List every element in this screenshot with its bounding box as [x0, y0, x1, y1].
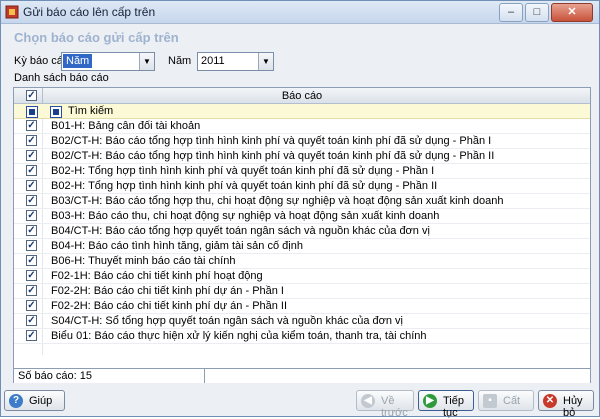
minimize-icon[interactable]: – — [499, 3, 523, 22]
row-checkbox[interactable]: ✓ — [26, 210, 37, 221]
report-name: F02-2H: Báo cáo chi tiết kinh phí dự án … — [51, 300, 288, 312]
report-name: B02/CT-H: Báo cáo tổng hợp tình hình kin… — [51, 150, 495, 162]
row-checkbox[interactable]: ✓ — [26, 195, 37, 206]
help-button[interactable]: ? Giúp — [4, 390, 65, 411]
table-row[interactable]: ✓ B04/CT-H: Báo cáo tổng hợp quyết toán n… — [14, 224, 590, 239]
row-checkbox[interactable]: ✓ — [26, 135, 37, 146]
report-name: B02/CT-H: Báo cáo tổng hợp tình hình kin… — [51, 135, 492, 147]
window-title: Gửi báo cáo lên cấp trên — [23, 5, 156, 19]
report-count: Số báo cáo: 15 — [18, 370, 93, 382]
report-name: B02-H: Tổng hợp tình hình kinh phí và qu… — [51, 165, 435, 177]
search-label[interactable]: Tìm kiếm — [68, 105, 113, 117]
row-checkbox[interactable]: ✓ — [26, 225, 37, 236]
save-button[interactable]: ▪ Cất — [478, 390, 534, 411]
table-row[interactable]: ✓ B02/CT-H: Báo cáo tổng hợp tình hình ki… — [14, 149, 590, 164]
report-name: B06-H: Thuyết minh báo cáo tài chính — [51, 255, 236, 267]
grid-footer: Số báo cáo: 15 — [14, 368, 590, 383]
title-bar[interactable]: Gửi báo cáo lên cấp trên – □ ✕ — [1, 1, 599, 24]
table-row[interactable]: ✓ F02-1H: Báo cáo chi tiết kinh phí hoạt … — [14, 269, 590, 284]
year-select[interactable]: 2011 ▼ — [197, 52, 274, 71]
arrow-left-icon: ◀ — [361, 394, 375, 408]
report-rows: ✓ B01-H: Bảng cân đối tài khoản ✓ B02/CT-H:… — [14, 119, 590, 344]
search-row-checkbox[interactable] — [26, 106, 38, 118]
chevron-down-icon[interactable]: ▼ — [139, 53, 154, 70]
row-checkbox[interactable]: ✓ — [26, 270, 37, 281]
select-all-checkbox[interactable]: ✓ — [26, 90, 37, 101]
year-label: Năm — [168, 55, 192, 67]
report-name: B03-H: Báo cáo thu, chi hoạt động sự ngh… — [51, 210, 440, 222]
row-checkbox[interactable]: ✓ — [26, 330, 37, 341]
period-select[interactable]: Năm ▼ — [61, 52, 155, 71]
row-checkbox[interactable]: ✓ — [26, 120, 37, 131]
report-name: B04-H: Báo cáo tình hình tăng, giảm tài … — [51, 240, 303, 252]
table-row[interactable]: ✓ B06-H: Thuyết minh báo cáo tài chính — [14, 254, 590, 269]
report-name: B02-H: Tổng hợp tình hình kinh phí và qu… — [51, 180, 438, 192]
table-row[interactable]: ✓ B03-H: Báo cáo thu, chi hoạt động sự ng… — [14, 209, 590, 224]
cancel-button[interactable]: ✕ Hủy bỏ — [538, 390, 594, 419]
table-row[interactable]: ✓ B02-H: Tổng hợp tình hình kinh phí và q… — [14, 164, 590, 179]
table-row[interactable]: ✓ B02/CT-H: Báo cáo tổng hợp tình hình ki… — [14, 134, 590, 149]
arrow-right-icon: ▶ — [423, 394, 437, 408]
table-row[interactable]: ✓ B04-H: Báo cáo tình hình tăng, giảm tài… — [14, 239, 590, 254]
button-bar: ? Giúp ◀ Về trước ▶ Tiếp tục ▪ Cất ✕ Hủy… — [1, 388, 599, 419]
column-header-report[interactable]: Báo cáo — [14, 90, 590, 102]
table-row[interactable]: ✓ S04/CT-H: Sổ tổng hợp quyết toán ngân s… — [14, 314, 590, 329]
report-name: F02-2H: Báo cáo chi tiết kinh phí dự án … — [51, 285, 284, 297]
table-row[interactable]: ✓ B01-H: Bảng cân đối tài khoản — [14, 119, 590, 134]
table-row[interactable]: ✓ B03/CT-H: Báo cáo tổng hợp thu, chi hoạ… — [14, 194, 590, 209]
report-name: B04/CT-H: Báo cáo tổng hợp quyết toán ng… — [51, 225, 430, 237]
chevron-down-icon[interactable]: ▼ — [258, 53, 273, 70]
search-row[interactable]: Tìm kiếm — [14, 104, 590, 119]
table-row[interactable]: ✓ F02-2H: Báo cáo chi tiết kinh phí dự án… — [14, 284, 590, 299]
report-name: S04/CT-H: Sổ tổng hợp quyết toán ngân sá… — [51, 315, 403, 327]
page-title: Chọn báo cáo gửi cấp trên — [14, 30, 179, 45]
row-checkbox[interactable]: ✓ — [26, 255, 37, 266]
row-checkbox[interactable]: ✓ — [26, 165, 37, 176]
back-button[interactable]: ◀ Về trước — [356, 390, 414, 419]
help-icon: ? — [9, 394, 23, 408]
dialog-window: Gửi báo cáo lên cấp trên – □ ✕ Chọn báo … — [0, 0, 600, 419]
report-list-label: Danh sách báo cáo — [14, 72, 109, 84]
maximize-icon[interactable]: □ — [525, 3, 549, 22]
row-checkbox[interactable]: ✓ — [26, 300, 37, 311]
row-checkbox[interactable]: ✓ — [26, 285, 37, 296]
table-row[interactable]: ✓ F02-2H: Báo cáo chi tiết kinh phí dự án… — [14, 299, 590, 314]
table-row[interactable]: ✓ Biểu 01: Báo cáo thực hiện xử lý kiến n… — [14, 329, 590, 344]
cancel-icon: ✕ — [543, 394, 557, 408]
app-icon — [5, 5, 19, 19]
grid-header: Báo cáo ✓ — [14, 88, 590, 104]
row-checkbox[interactable]: ✓ — [26, 150, 37, 161]
close-icon[interactable]: ✕ — [551, 3, 593, 22]
save-icon: ▪ — [483, 394, 497, 408]
report-grid: Báo cáo ✓ Tìm kiếm ✓ B01-H: Bảng cân đối … — [13, 87, 591, 383]
report-name: B01-H: Bảng cân đối tài khoản — [51, 120, 201, 132]
next-button[interactable]: ▶ Tiếp tục — [418, 390, 474, 419]
row-checkbox[interactable]: ✓ — [26, 315, 37, 326]
report-name: F02-1H: Báo cáo chi tiết kinh phí hoạt đ… — [51, 270, 263, 282]
row-checkbox[interactable]: ✓ — [26, 180, 37, 191]
report-name: Biểu 01: Báo cáo thực hiện xử lý kiến ng… — [51, 330, 427, 342]
year-value: 2011 — [201, 55, 225, 67]
table-row[interactable]: ✓ B02-H: Tổng hợp tình hình kinh phí và q… — [14, 179, 590, 194]
filter-icon[interactable] — [50, 106, 62, 118]
period-value: Năm — [63, 54, 93, 68]
report-name: B03/CT-H: Báo cáo tổng hợp thu, chi hoạt… — [51, 195, 504, 207]
row-checkbox[interactable]: ✓ — [26, 240, 37, 251]
